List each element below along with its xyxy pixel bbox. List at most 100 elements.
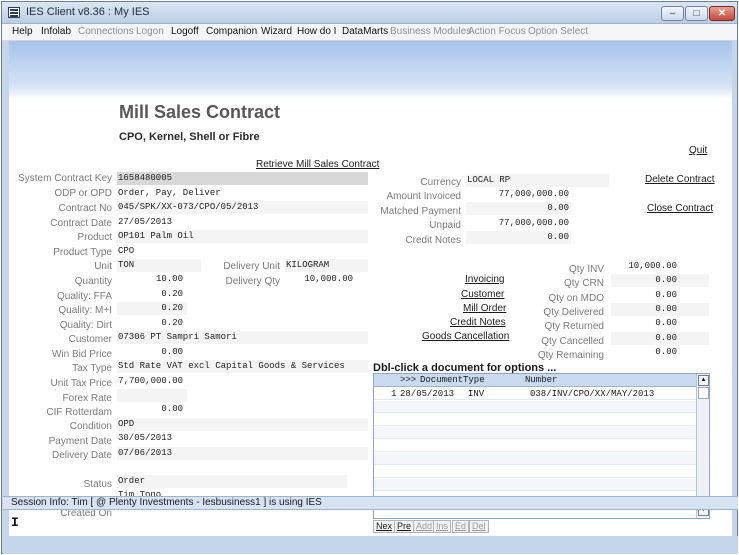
row-type: INV bbox=[468, 389, 485, 399]
retrieve-contract-link[interactable]: Retrieve Mill Sales Contract bbox=[256, 159, 379, 170]
table-row-empty[interactable] bbox=[374, 466, 696, 478]
win-bid-price-field[interactable]: 0.00 bbox=[117, 346, 187, 359]
quality-dirt-field[interactable]: 0.20 bbox=[117, 317, 187, 330]
delete-button[interactable]: Del bbox=[469, 520, 489, 533]
unpaid-label: Unpaid bbox=[429, 220, 461, 231]
text-cursor-icon: I bbox=[11, 515, 19, 530]
unit-tax-price-field[interactable]: 7,700,000.00 bbox=[117, 375, 187, 388]
close-button[interactable]: ✕ bbox=[709, 6, 735, 21]
contract-no-label: Contract No bbox=[58, 203, 112, 214]
next-button[interactable]: Nex bbox=[373, 520, 396, 533]
product-type-label: Product Type bbox=[53, 247, 112, 258]
menu-help[interactable]: Help bbox=[12, 26, 33, 37]
delivery-unit-field[interactable]: KILOGRAM bbox=[285, 259, 368, 272]
customer-link[interactable]: Customer bbox=[461, 289, 504, 300]
credit-notes-link[interactable]: Credit Notes bbox=[450, 317, 506, 328]
cif-rotterdam-field[interactable]: 0.00 bbox=[117, 403, 187, 416]
menu-logon[interactable]: Logon bbox=[136, 26, 164, 37]
header-number: Number bbox=[525, 375, 558, 385]
unit-tax-price-label: Unit Tax Price bbox=[50, 378, 112, 389]
system-contract-key-label: System Contract Key bbox=[18, 173, 112, 184]
invoicing-link[interactable]: Invoicing bbox=[465, 274, 504, 285]
qty-on-mdo-label: Qty on MDO bbox=[548, 293, 604, 304]
table-row-empty[interactable] bbox=[374, 414, 696, 426]
qty-crn-field: 0.00 bbox=[611, 274, 709, 287]
menu-connections[interactable]: Connections bbox=[78, 26, 134, 37]
quality-mi-field[interactable]: 0.20 bbox=[117, 302, 187, 315]
menu-option-select[interactable]: Option Select bbox=[528, 26, 588, 37]
maximize-button[interactable]: □ bbox=[685, 6, 708, 21]
previous-button[interactable]: Pre bbox=[394, 520, 415, 533]
table-row[interactable]: 1 28/05/2013 INV 038/INV/CPO/XX/MAY/2013 bbox=[374, 388, 696, 400]
quality-dirt-label: Quality: Dirt bbox=[59, 320, 112, 331]
window-title: IES Client v8.36 : My IES bbox=[26, 6, 150, 18]
row-number: 038/INV/CPO/XX/MAY/2013 bbox=[530, 389, 655, 399]
menu-datamarts[interactable]: DataMarts bbox=[342, 26, 388, 37]
amount-invoiced-label: Amount Invoiced bbox=[386, 191, 462, 202]
documents-grid-header: >>> Document Type Number bbox=[374, 374, 696, 387]
menu-logoff[interactable]: Logoff bbox=[171, 26, 199, 37]
customer-field[interactable]: 07306 PT Sampri Samori bbox=[117, 331, 368, 344]
payment-date-field[interactable]: 30/05/2013 bbox=[117, 432, 368, 445]
mill-order-link[interactable]: Mill Order bbox=[463, 303, 506, 314]
menu-infolab[interactable]: Infolab bbox=[41, 26, 71, 37]
condition-label: Condition bbox=[69, 421, 112, 432]
delivery-date-label: Delivery Date bbox=[51, 450, 112, 461]
menu-how-do-i[interactable]: How do I bbox=[297, 26, 336, 37]
close-contract-link[interactable]: Close Contract bbox=[647, 203, 713, 214]
delivery-qty-field[interactable]: 10,000.00 bbox=[285, 273, 355, 286]
scroll-thumb[interactable] bbox=[698, 387, 709, 399]
table-row-empty[interactable] bbox=[374, 427, 696, 439]
contract-date-field[interactable]: 27/05/2013 bbox=[117, 216, 368, 229]
table-row-empty[interactable] bbox=[374, 479, 696, 491]
table-row-empty[interactable] bbox=[374, 440, 696, 452]
condition-field[interactable]: OPD bbox=[117, 418, 368, 431]
cif-rotterdam-label: CIF Rotterdam bbox=[46, 407, 112, 418]
table-row-empty[interactable] bbox=[374, 453, 696, 465]
quantity-field[interactable]: 10.00 bbox=[117, 273, 187, 286]
contract-no-field[interactable]: 045/SPK/XX-073/CPO/05/2013 bbox=[117, 201, 368, 214]
qty-inv-field: 10,000.00 bbox=[611, 260, 709, 273]
app-icon bbox=[8, 7, 20, 18]
qty-inv-label: Qty INV bbox=[568, 264, 604, 275]
menu-companion[interactable]: Companion bbox=[206, 26, 257, 37]
qty-delivered-field: 0.00 bbox=[611, 303, 709, 316]
quit-link[interactable]: Quit bbox=[689, 145, 707, 156]
product-field[interactable]: OP101 Palm Oil bbox=[117, 230, 368, 243]
currency-field[interactable]: LOCAL RP bbox=[466, 174, 609, 187]
status-label: Status bbox=[83, 479, 112, 490]
qty-returned-field: 0.00 bbox=[611, 317, 709, 330]
quality-ffa-field[interactable]: 0.20 bbox=[117, 288, 187, 301]
unpaid-field: 77,000,000.00 bbox=[466, 217, 571, 230]
tax-type-field[interactable]: Std Rate VAT excl Capital Goods & Servic… bbox=[117, 360, 368, 373]
goods-cancellation-link[interactable]: Goods Cancellation bbox=[422, 331, 509, 342]
qty-cancelled-field: 0.00 bbox=[611, 332, 709, 345]
menu-action-focus[interactable]: Action Focus bbox=[468, 26, 526, 37]
delivery-date-field[interactable]: 07/06/2013 bbox=[117, 447, 368, 460]
row-index: 1 bbox=[391, 389, 397, 399]
add-button[interactable]: Add bbox=[413, 520, 436, 533]
qty-delivered-label: Qty Delivered bbox=[543, 307, 604, 318]
table-row-empty[interactable] bbox=[374, 401, 696, 413]
unit-field[interactable]: TON bbox=[117, 259, 201, 272]
row-date: 28/05/2013 bbox=[400, 389, 455, 399]
credit-notes-amount-label: Credit Notes bbox=[405, 235, 461, 246]
edit-button[interactable]: Ed bbox=[452, 520, 470, 533]
system-contract-key-field: 1658480005 bbox=[117, 172, 368, 185]
odp-or-opd-field[interactable]: Order, Pay, Deliver bbox=[117, 187, 368, 200]
header-type: Type bbox=[463, 375, 485, 385]
scroll-up-icon[interactable]: ▲ bbox=[698, 375, 709, 386]
qty-remaining-field: 0.00 bbox=[611, 346, 709, 359]
insert-button[interactable]: Ins bbox=[433, 520, 452, 533]
minimize-button[interactable]: – bbox=[661, 6, 684, 21]
payment-date-label: Payment Date bbox=[48, 436, 112, 447]
title-bar[interactable]: IES Client v8.36 : My IES – □ ✕ bbox=[2, 2, 737, 24]
status-field[interactable]: Order bbox=[117, 475, 347, 488]
quality-ffa-label: Quality: FFA bbox=[56, 291, 112, 302]
delete-contract-link[interactable]: Delete Contract bbox=[645, 174, 714, 185]
menu-business-modules[interactable]: Business Modules bbox=[390, 26, 471, 37]
window-bottom-frame bbox=[3, 536, 738, 554]
product-type-field[interactable]: CPO bbox=[117, 245, 368, 258]
forex-rate-field[interactable] bbox=[117, 389, 187, 402]
menu-wizard[interactable]: Wizard bbox=[261, 26, 292, 37]
